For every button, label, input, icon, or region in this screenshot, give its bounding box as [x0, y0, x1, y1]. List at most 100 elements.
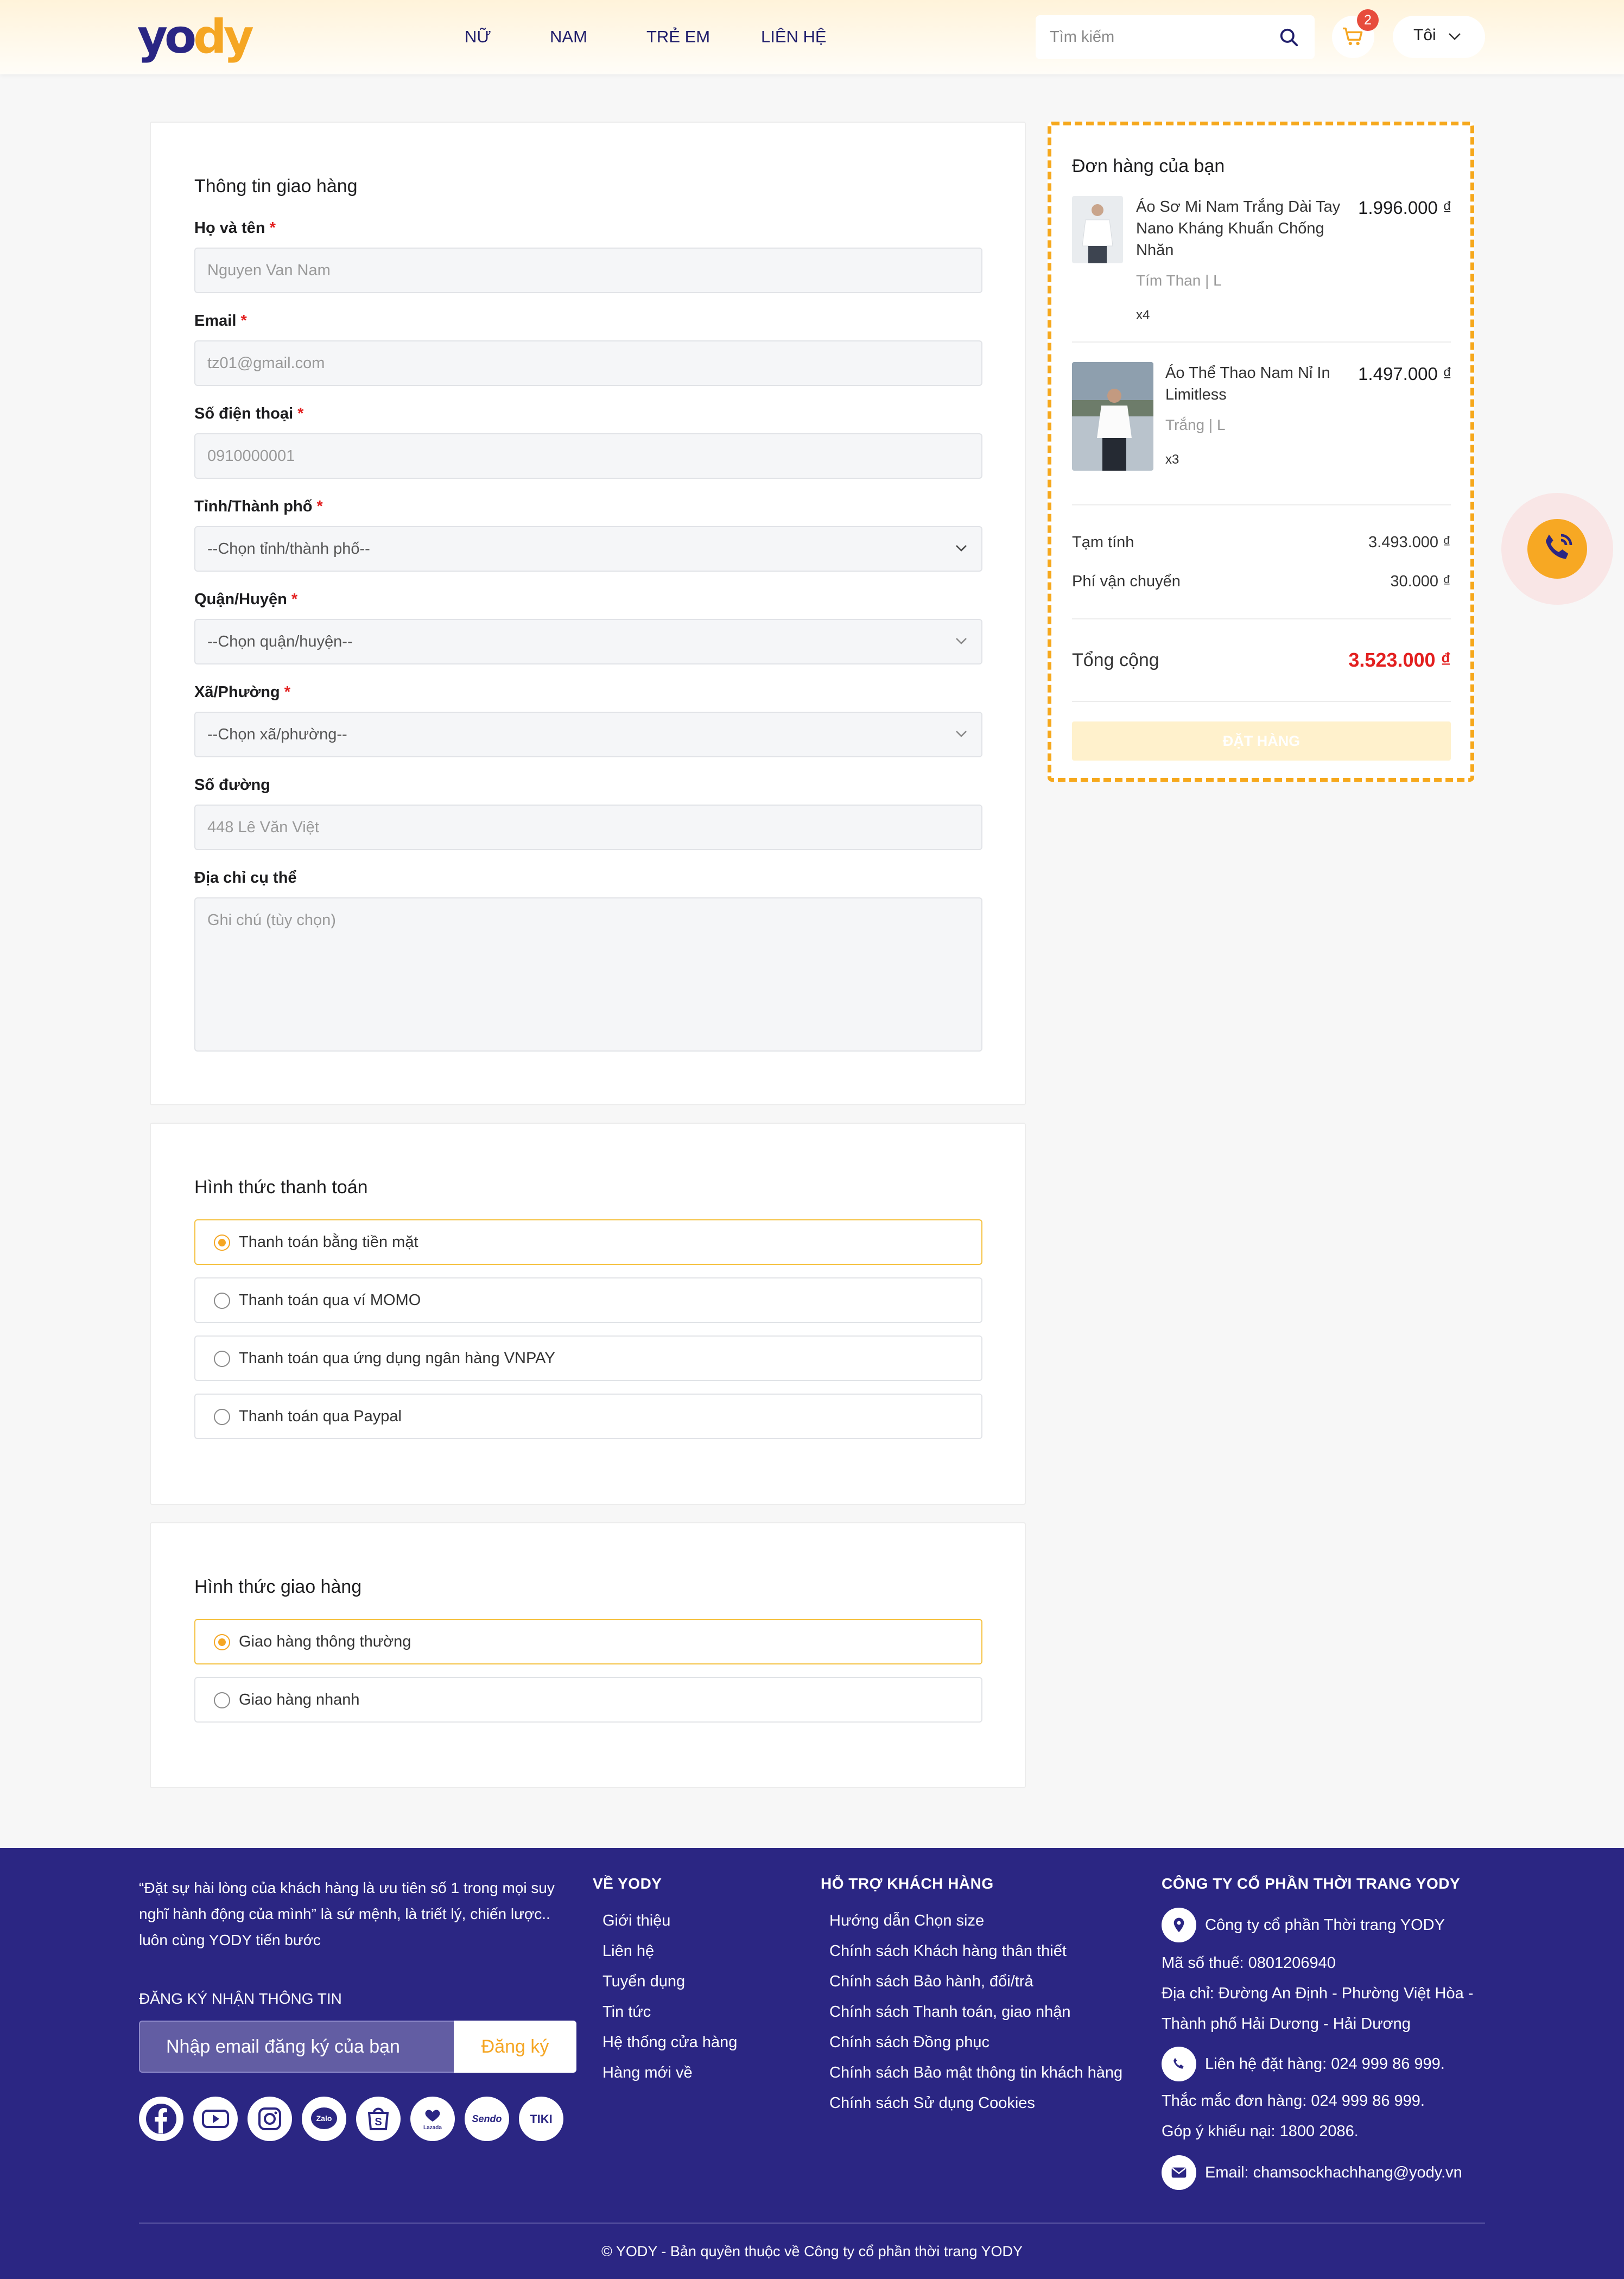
cart-count-badge: 2 — [1357, 9, 1379, 31]
site-footer: “Đặt sự hài lòng của khách hàng là ưu ti… — [0, 1848, 1624, 2279]
payment-option-label: Thanh toán qua ứng dụng ngân hàng VNPAY — [239, 1350, 555, 1367]
tiki-icon[interactable]: TIKI — [519, 2097, 563, 2141]
product-name-2[interactable]: Áo Thể Thao Nam Nỉ In Limitless — [1165, 362, 1355, 406]
footer-link-contact[interactable]: Liên hệ — [602, 1942, 654, 1960]
chevron-down-icon — [956, 545, 967, 552]
radio-selected[interactable] — [214, 1235, 230, 1251]
nav-women[interactable]: NỮ — [465, 26, 491, 48]
zalo-icon[interactable]: Zalo — [302, 2097, 346, 2141]
ward-label: Xã/Phường * — [194, 683, 290, 701]
divider — [1072, 504, 1451, 505]
subtotal-row: Tạm tính 3.493.000 ₫ — [1072, 534, 1451, 552]
phone-field[interactable]: 0910000001 — [194, 433, 982, 479]
support-title: HỖ TRỢ KHÁCH HÀNG — [821, 1875, 994, 1892]
youtube-icon[interactable] — [193, 2097, 238, 2141]
footer-link-uniform[interactable]: Chính sách Đồng phục — [829, 2034, 989, 2052]
search-icon[interactable] — [1279, 27, 1299, 48]
delivery-method-title: Hình thức giao hàng — [194, 1577, 362, 1597]
footer-link-loyalty[interactable]: Chính sách Khách hàng thân thiết — [829, 1942, 1067, 1960]
footer-link-warranty[interactable]: Chính sách Bảo hành, đổi/trả — [829, 1973, 1033, 1991]
required-mark: * — [240, 312, 247, 330]
nav-kids[interactable]: TRẺ EM — [646, 26, 710, 48]
subscribe-button[interactable]: Đăng ký — [454, 2021, 576, 2073]
payment-option-cash[interactable]: Thanh toán bằng tiền mặt — [194, 1219, 982, 1265]
radio-unselected[interactable] — [214, 1293, 230, 1309]
payment-method-title: Hình thức thanh toán — [194, 1177, 368, 1198]
shipping-fee-value: 30.000 ₫ — [1390, 573, 1451, 590]
district-select[interactable]: --Chọn quận/huyện-- — [194, 619, 982, 664]
order-summary-title: Đơn hàng của bạn — [1072, 156, 1225, 176]
search-box — [1036, 15, 1315, 59]
floating-call-button[interactable] — [1501, 493, 1613, 605]
radio-selected[interactable] — [214, 1634, 230, 1650]
delivery-option-express[interactable]: Giao hàng nhanh — [194, 1677, 982, 1723]
phone-icon — [1162, 2047, 1196, 2081]
required-mark: * — [284, 683, 290, 701]
zalo-icon-text: Zalo — [316, 2114, 332, 2123]
order-summary-card: Đơn hàng của bạn Áo Sơ Mi Nam Trắng Dài … — [1048, 122, 1474, 782]
logo-part-left: yo — [137, 10, 196, 64]
footer-link-privacy[interactable]: Chính sách Bảo mật thông tin khách hàng — [829, 2064, 1122, 2082]
user-menu[interactable]: Tôi — [1393, 16, 1485, 58]
product-thumbnail-2[interactable] — [1072, 362, 1153, 471]
floating-call-inner — [1527, 519, 1587, 579]
product-thumbnail-1[interactable] — [1072, 196, 1123, 263]
total-row: Tổng cộng 3.523.000 ₫ — [1072, 649, 1451, 671]
sendo-icon[interactable]: Sendo — [465, 2097, 509, 2141]
email-field[interactable]: tz01@gmail.com — [194, 340, 982, 386]
facebook-icon[interactable] — [139, 2097, 183, 2141]
product-qty-1: x4 — [1136, 308, 1150, 322]
product-name-1[interactable]: Áo Sơ Mi Nam Trắng Dài Tay Nano Kháng Kh… — [1136, 196, 1353, 261]
yody-logo[interactable]: yody — [137, 14, 254, 60]
fullname-field[interactable]: Nguyen Van Nam — [194, 248, 982, 293]
location-pin-icon — [1162, 1908, 1196, 1942]
address-detail-textarea[interactable]: Ghi chú (tùy chọn) — [194, 897, 982, 1052]
product-price-1: 1.996.000 ₫ — [1358, 198, 1452, 218]
phone-label-text: Số điện thoại — [194, 405, 294, 422]
footer-link-size-guide[interactable]: Hướng dẫn Chọn size — [829, 1912, 984, 1930]
footer-link-careers[interactable]: Tuyển dụng — [602, 1973, 685, 1991]
footer-link-payment-policy[interactable]: Chính sách Thanh toán, giao nhận — [829, 2003, 1070, 2021]
email-label: Email * — [194, 312, 247, 330]
instagram-icon[interactable] — [248, 2097, 292, 2141]
product-qty-2: x3 — [1165, 452, 1179, 467]
chevron-down-icon — [956, 638, 967, 644]
payment-option-vnpay[interactable]: Thanh toán qua ứng dụng ngân hàng VNPAY — [194, 1335, 982, 1381]
ward-select[interactable]: --Chọn xã/phường-- — [194, 712, 982, 757]
search-input[interactable] — [1050, 15, 1267, 59]
payment-option-label: Thanh toán qua ví MOMO — [239, 1292, 421, 1309]
subscribe-email-input[interactable]: Nhập email đăng ký của bạn — [139, 2021, 454, 2073]
place-order-button[interactable]: ĐẶT HÀNG — [1072, 721, 1451, 761]
street-field[interactable]: 448 Lê Văn Việt — [194, 805, 982, 850]
province-select-value: --Chọn tỉnh/thành phố-- — [207, 540, 370, 558]
footer-link-stores[interactable]: Hệ thống cửa hàng — [602, 2034, 737, 2052]
product-variant-2: Trắng | L — [1165, 416, 1226, 433]
product-price-2: 1.497.000 ₫ — [1358, 364, 1452, 384]
nav-contact[interactable]: LIÊN HỆ — [761, 26, 827, 48]
payment-option-momo[interactable]: Thanh toán qua ví MOMO — [194, 1277, 982, 1323]
fullname-label-text: Họ và tên — [194, 219, 265, 237]
delivery-option-standard[interactable]: Giao hàng thông thường — [194, 1619, 982, 1664]
support-email[interactable]: Email: chamsockhachhang@yody.vn — [1205, 2164, 1462, 2182]
district-select-value: --Chọn quận/huyện-- — [207, 633, 353, 650]
required-mark: * — [269, 219, 276, 237]
lazada-icon[interactable]: Lazada — [410, 2097, 455, 2141]
footer-link-about[interactable]: Giới thiệu — [602, 1912, 670, 1930]
nav-men[interactable]: NAM — [550, 26, 587, 48]
payment-option-paypal[interactable]: Thanh toán qua Paypal — [194, 1394, 982, 1439]
footer-link-news[interactable]: Tin tức — [602, 2003, 651, 2021]
footer-link-new-arrivals[interactable]: Hàng mới về — [602, 2064, 693, 2082]
shopee-icon[interactable]: S — [356, 2097, 401, 2141]
radio-unselected[interactable] — [214, 1692, 230, 1708]
product-variant-1: Tím Than | L — [1136, 272, 1222, 289]
province-select[interactable]: --Chọn tỉnh/thành phố-- — [194, 526, 982, 572]
divider — [1072, 701, 1451, 702]
delivery-method-card: Hình thức giao hàng Giao hàng thông thườ… — [150, 1522, 1026, 1788]
footer-link-cookies[interactable]: Chính sách Sử dụng Cookies — [829, 2094, 1035, 2112]
radio-unselected[interactable] — [214, 1351, 230, 1367]
order-hotline[interactable]: Liên hệ đặt hàng: 024 999 86 999. — [1205, 2055, 1445, 2073]
site-header: yody NỮ NAM TRẺ EM LIÊN HỆ 2 Tôi — [0, 0, 1624, 74]
required-mark: * — [291, 591, 298, 608]
radio-unselected[interactable] — [214, 1409, 230, 1425]
required-mark: * — [316, 498, 323, 515]
